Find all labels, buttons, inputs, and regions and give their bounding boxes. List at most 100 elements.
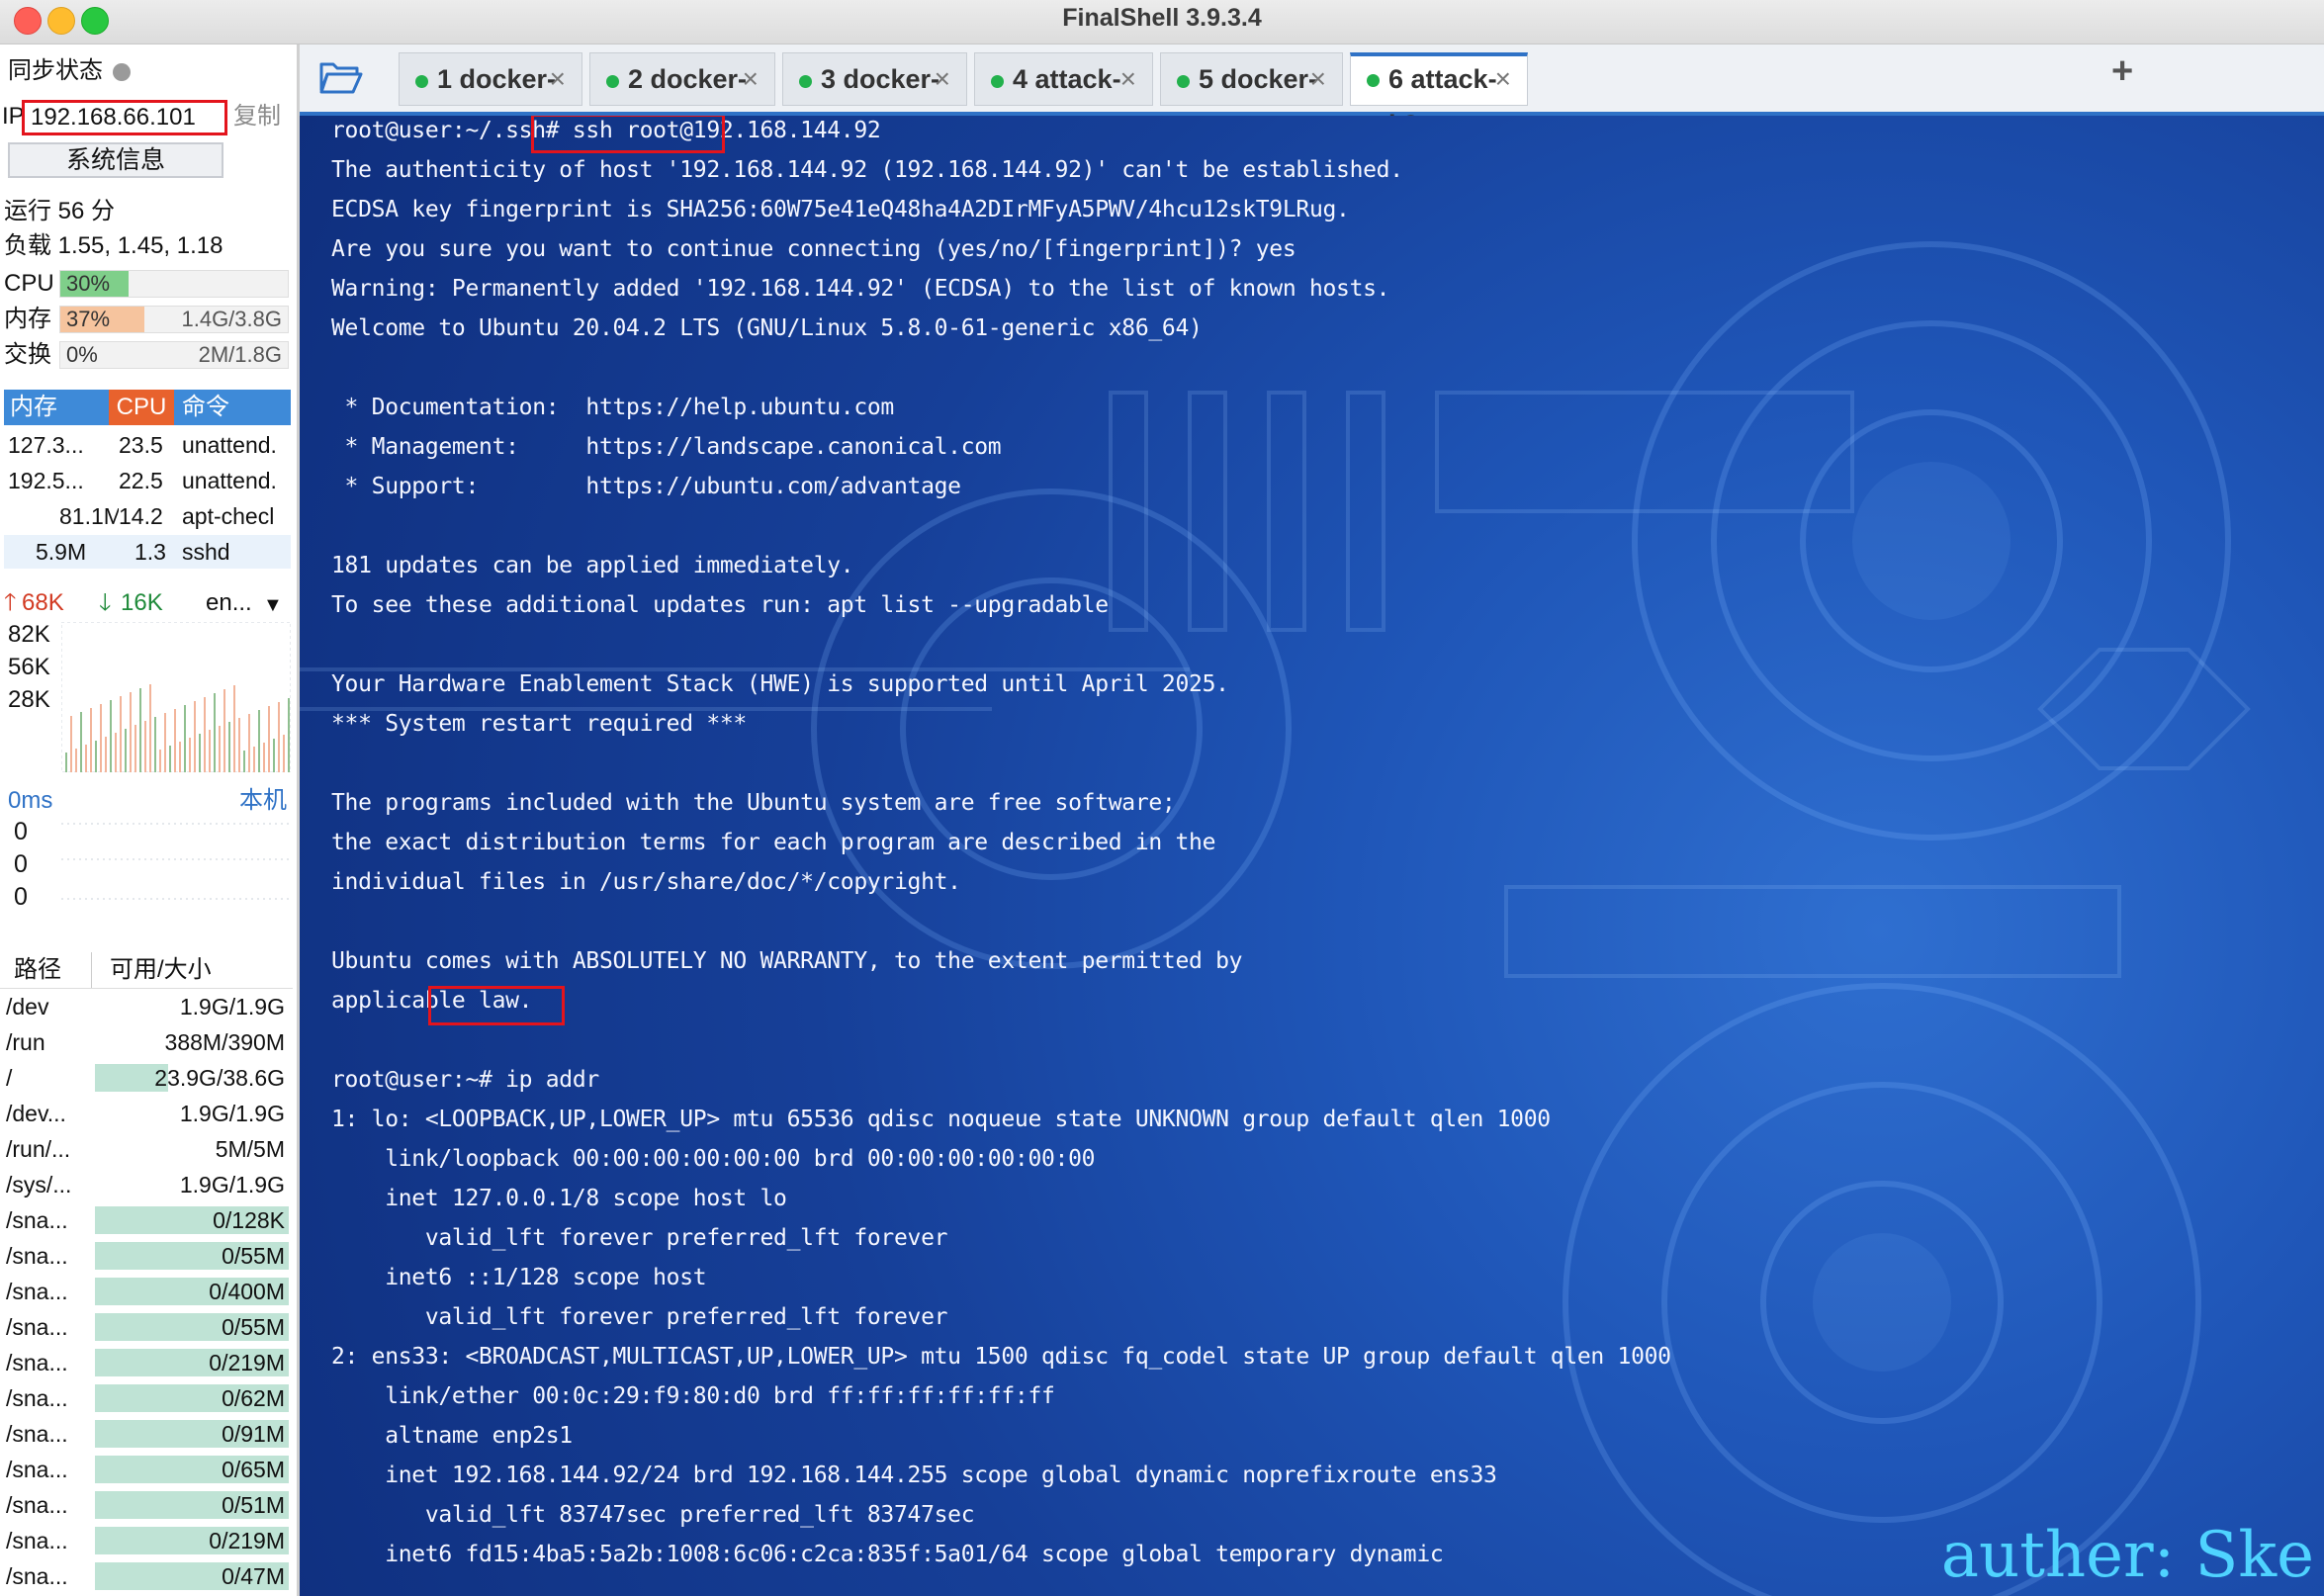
- terminal[interactable]: root@user:~/.ssh# ssh root@192.168.144.9…: [300, 116, 2324, 1596]
- network-traffic-bar: [70, 716, 72, 772]
- add-tab-button[interactable]: +: [2111, 50, 2133, 93]
- process-header-memory[interactable]: 内存: [10, 390, 57, 425]
- terminal-line: 181 updates can be applied immediately.: [331, 553, 854, 578]
- disk-row[interactable]: /sna... 0/219M: [0, 1523, 293, 1558]
- network-traffic-bar: [174, 709, 176, 772]
- network-traffic-bar: [273, 739, 275, 772]
- process-table-header: 内存 CPU 命令: [4, 390, 291, 425]
- terminal-line: *** System restart required ***: [331, 711, 747, 737]
- copy-ip-button[interactable]: 复制: [233, 100, 281, 133]
- upload-arrow-icon: 🡑: [4, 589, 17, 616]
- network-traffic-bar: [228, 722, 230, 772]
- disk-row[interactable]: /sna... 0/91M: [0, 1416, 293, 1452]
- process-row[interactable]: 192.5... 22.5 unattend.: [4, 464, 291, 497]
- disk-row[interactable]: /dev... 1.9G/1.9G: [0, 1096, 293, 1131]
- disk-size: 0/47M: [222, 1563, 285, 1589]
- swap-detail: 2M/1.8G: [198, 342, 282, 367]
- disk-row[interactable]: /sna... 0/65M: [0, 1452, 293, 1487]
- network-traffic-bar: [90, 708, 92, 772]
- disk-row[interactable]: /sna... 0/51M: [0, 1487, 293, 1523]
- ping-graph: [61, 823, 291, 900]
- close-tab-icon[interactable]: ×: [550, 53, 566, 105]
- disk-row[interactable]: /run 388M/390M: [0, 1024, 293, 1060]
- title-bar: FinalShell 3.9.3.4: [0, 0, 2324, 44]
- disk-row[interactable]: /sna... 0/47M: [0, 1558, 293, 1594]
- network-traffic-bar: [110, 700, 112, 772]
- tab-session[interactable]: 5 docker-test×: [1160, 52, 1343, 145]
- connected-status-icon: [1177, 75, 1190, 88]
- disk-path: /sna...: [6, 1492, 68, 1518]
- disk-row[interactable]: /sna... 0/219M: [0, 1345, 293, 1380]
- chevron-down-icon[interactable]: ▼: [263, 588, 283, 622]
- connected-status-icon: [1367, 74, 1380, 87]
- memory-bar: 37% 1.4G/3.8G: [59, 306, 289, 333]
- network-traffic-bar: [278, 702, 280, 772]
- close-tab-icon[interactable]: ×: [1495, 56, 1511, 102]
- terminal-line: altname enp2s1: [331, 1423, 573, 1449]
- memory-detail: 1.4G/3.8G: [181, 307, 282, 331]
- disk-row[interactable]: / 23.9G/38.6G: [0, 1060, 293, 1096]
- close-tab-icon[interactable]: ×: [1120, 53, 1136, 105]
- process-row[interactable]: 5.9M 1.3 sshd: [4, 535, 291, 569]
- ping-scale: 0 0 0: [14, 816, 28, 914]
- window-title: FinalShell 3.9.3.4: [1062, 4, 1262, 32]
- network-traffic-bar: [85, 745, 87, 772]
- disk-path: /sna...: [6, 1528, 68, 1553]
- terminal-line: 2: ens33: <BROADCAST,MULTICAST,UP,LOWER_…: [331, 1344, 1671, 1370]
- network-traffic-bar: [243, 751, 245, 772]
- network-traffic-bar: [100, 704, 102, 772]
- process-row[interactable]: 81.1M 14.2 apt-checl: [4, 499, 291, 533]
- disk-row[interactable]: /sna... 0/55M: [0, 1238, 293, 1274]
- ping-row: 0ms 本机: [0, 784, 297, 818]
- network-traffic-bar: [283, 735, 285, 772]
- disk-row[interactable]: /sys/... 1.9G/1.9G: [0, 1167, 293, 1202]
- close-tab-icon[interactable]: ×: [743, 53, 759, 105]
- connected-status-icon: [415, 75, 428, 88]
- sidebar-monitor: 同步状态 IP 192.168.66.101 复制 系统信息 运行 56 分 负…: [0, 44, 300, 1596]
- tab-session[interactable]: 4 attack-k8s×: [974, 52, 1153, 145]
- terminal-line: link/loopback 00:00:00:00:00:00 brd 00:0…: [331, 1146, 1096, 1172]
- process-cpu: 23.5: [119, 432, 163, 458]
- disk-path: /run: [6, 1029, 45, 1055]
- disk-size: 0/219M: [209, 1528, 285, 1553]
- ping-scale-label: 0: [14, 818, 28, 845]
- disk-path: /sna...: [6, 1385, 68, 1411]
- process-header-command[interactable]: 命令: [182, 390, 229, 425]
- ip-address[interactable]: 192.168.66.101: [22, 100, 227, 135]
- process-header-cpu[interactable]: CPU: [109, 390, 174, 425]
- disk-path: /sna...: [6, 1207, 68, 1233]
- close-tab-icon[interactable]: ×: [935, 53, 950, 105]
- disk-row[interactable]: /sna... 0/55M: [0, 1309, 293, 1345]
- disk-row[interactable]: /dev 1.9G/1.9G: [0, 989, 293, 1024]
- disk-path: /sna...: [6, 1457, 68, 1482]
- disk-header-path[interactable]: 路径: [14, 952, 61, 988]
- cpu-bar: 30%: [59, 270, 289, 298]
- network-traffic-graph: [61, 622, 291, 772]
- tab-session[interactable]: 1 docker-test×: [399, 52, 582, 145]
- network-traffic-bar: [238, 718, 240, 772]
- disk-path: /dev...: [6, 1101, 66, 1126]
- process-row[interactable]: 127.3... 23.5 unattend.: [4, 428, 291, 462]
- network-scale-label: 82K: [8, 621, 50, 648]
- ping-host[interactable]: 本机: [239, 784, 287, 818]
- system-info-button[interactable]: 系统信息: [8, 142, 223, 178]
- disk-row[interactable]: /run/... 5M/5M: [0, 1131, 293, 1167]
- tab-session[interactable]: 2 docker-test×: [589, 52, 775, 145]
- folder-open-icon[interactable]: [319, 58, 363, 94]
- network-traffic-bar: [115, 733, 117, 772]
- swap-bar: 0% 2M/1.8G: [59, 341, 289, 369]
- upload-rate: 68K: [22, 589, 64, 616]
- disk-size: 0/219M: [209, 1350, 285, 1375]
- network-traffic-bar: [95, 741, 97, 772]
- disk-row[interactable]: /sna... 0/62M: [0, 1380, 293, 1416]
- terminal-line: inet6 fd15:4ba5:5a2b:1008:6c06:c2ca:835f…: [331, 1542, 1444, 1567]
- network-interface-select[interactable]: en...: [206, 586, 252, 620]
- terminal-line: the exact distribution terms for each pr…: [331, 830, 1216, 855]
- terminal-line: link/ether 00:0c:29:f9:80:d0 brd ff:ff:f…: [331, 1383, 1055, 1409]
- disk-header-size[interactable]: 可用/大小: [91, 952, 212, 988]
- tab-session[interactable]: 3 docker-test×: [782, 52, 967, 145]
- tab-session[interactable]: 6 attack-k8s×: [1350, 52, 1528, 139]
- close-tab-icon[interactable]: ×: [1310, 53, 1326, 105]
- disk-row[interactable]: /sna... 0/128K: [0, 1202, 293, 1238]
- disk-row[interactable]: /sna... 0/400M: [0, 1274, 293, 1309]
